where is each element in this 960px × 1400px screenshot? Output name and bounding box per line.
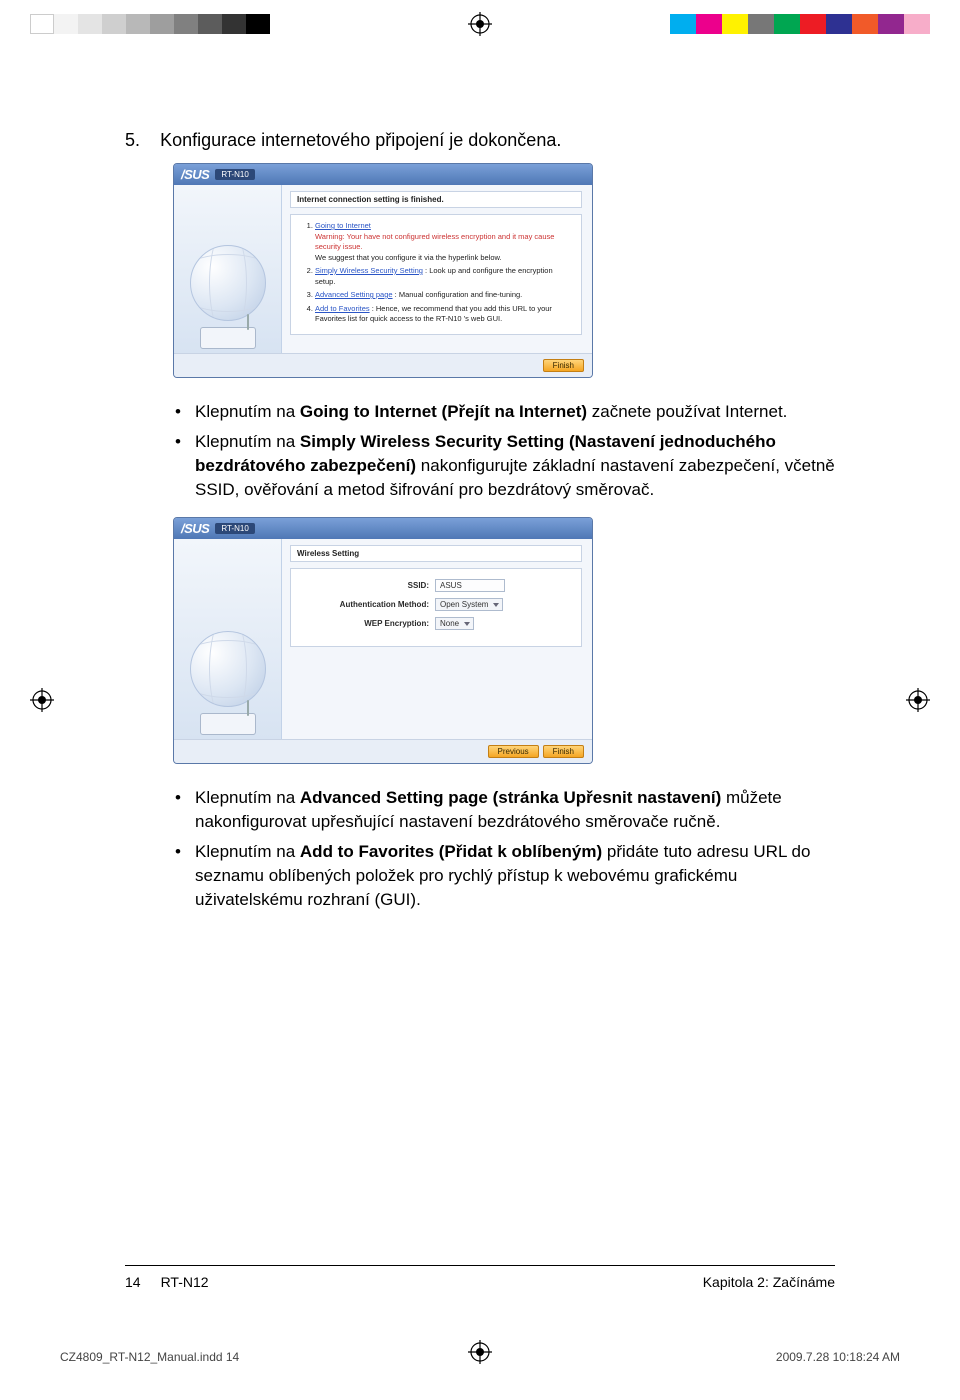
add-favorites-link[interactable]: Add to Favorites [315, 304, 370, 313]
print-slug: CZ4809_RT-N12_Manual.indd 14 2009.7.28 1… [60, 1350, 900, 1364]
list-item: Going to Internet Warning: Your have not… [315, 221, 573, 263]
previous-button[interactable]: Previous [488, 745, 539, 758]
step-number: 5. [125, 130, 140, 150]
globe-icon [190, 245, 266, 321]
bullet-item: Klepnutím na Going to Internet (Přejít n… [195, 400, 835, 424]
list-item: Advanced Setting page : Manual configura… [315, 290, 573, 301]
advanced-setting-link[interactable]: Advanced Setting page [315, 290, 393, 299]
warning-text: Warning: Your have not configured wirele… [315, 232, 554, 252]
step-5: 5. Konfigurace internetového připojení j… [125, 130, 835, 151]
list-item: Simply Wireless Security Setting : Look … [315, 266, 573, 287]
ssid-label: SSID: [299, 581, 429, 590]
asus-logo: /SUS [181, 167, 209, 182]
finish-button[interactable]: Finish [543, 359, 584, 372]
bullet-pre: Klepnutím na [195, 788, 300, 807]
bullet-pre: Klepnutím na [195, 402, 300, 421]
model-badge: RT-N10 [215, 523, 254, 534]
registration-mark-icon [906, 688, 930, 712]
slug-file: CZ4809_RT-N12_Manual.indd 14 [60, 1350, 239, 1364]
grayscale-swatches [30, 14, 270, 34]
wep-encryption-label: WEP Encryption: [299, 619, 429, 628]
bullet-bold: Add to Favorites (Přidat k oblíbeným) [300, 842, 602, 861]
auth-method-label: Authentication Method: [299, 600, 429, 609]
window-sidebar [174, 185, 282, 353]
window-titlebar: /SUS RT-N10 [174, 518, 592, 539]
footer-model: RT-N12 [161, 1274, 209, 1290]
bullet-list-b: Klepnutím na Advanced Setting page (strá… [173, 786, 835, 913]
panel-title: Wireless Setting [290, 545, 582, 562]
page-footer: 14 RT-N12 Kapitola 2: Začínáme [125, 1265, 835, 1290]
page-content: 5. Konfigurace internetového připojení j… [125, 130, 835, 918]
bullet-item: Klepnutím na Add to Favorites (Přidat k … [195, 840, 835, 912]
wireless-security-link[interactable]: Simply Wireless Security Setting [315, 266, 423, 275]
wep-encryption-select[interactable]: None [435, 617, 474, 630]
item-rest: We suggest that you configure it via the… [315, 253, 502, 262]
router-icon [200, 327, 256, 349]
ssid-input[interactable]: ASUS [435, 579, 505, 592]
asus-logo: /SUS [181, 521, 209, 536]
screenshot-finished: /SUS RT-N10 Internet connection setting … [173, 163, 835, 378]
bullet-list-a: Klepnutím na Going to Internet (Přejít n… [173, 400, 835, 503]
slug-date: 2009.7.28 10:18:24 AM [776, 1350, 900, 1364]
router-icon [200, 713, 256, 735]
auth-method-select[interactable]: Open System [435, 598, 503, 611]
panel-title: Internet connection setting is finished. [290, 191, 582, 208]
info-list: Going to Internet Warning: Your have not… [290, 214, 582, 335]
going-to-internet-link[interactable]: Going to Internet [315, 221, 371, 230]
item-rest: : Manual configuration and fine-tuning. [395, 290, 523, 299]
footer-chapter: Kapitola 2: Začínáme [703, 1274, 835, 1290]
registration-mark-icon [468, 12, 492, 36]
model-badge: RT-N10 [215, 169, 254, 180]
finish-button[interactable]: Finish [543, 745, 584, 758]
bullet-pre: Klepnutím na [195, 842, 300, 861]
bullet-pre: Klepnutím na [195, 432, 300, 451]
bullet-post: začnete používat Internet. [592, 402, 788, 421]
screenshot-wireless-setting: /SUS RT-N10 Wireless Setting SSID: ASUS [173, 517, 835, 764]
page-number: 14 [125, 1274, 141, 1290]
wireless-form: SSID: ASUS Authentication Method: Open S… [290, 568, 582, 647]
bullet-item: Klepnutím na Simply Wireless Security Se… [195, 430, 835, 502]
bullet-bold: Advanced Setting page (stránka Upřesnit … [300, 788, 721, 807]
bullet-item: Klepnutím na Advanced Setting page (strá… [195, 786, 835, 834]
list-item: Add to Favorites : Hence, we recommend t… [315, 304, 573, 325]
registration-mark-icon [30, 688, 54, 712]
window-titlebar: /SUS RT-N10 [174, 164, 592, 185]
globe-icon [190, 631, 266, 707]
step-text: Konfigurace internetového připojení je d… [160, 130, 561, 150]
bullet-bold: Going to Internet (Přejít na Internet) [300, 402, 587, 421]
window-sidebar [174, 539, 282, 739]
page: 5. Konfigurace internetového připojení j… [0, 0, 960, 1400]
color-swatches [670, 14, 930, 34]
